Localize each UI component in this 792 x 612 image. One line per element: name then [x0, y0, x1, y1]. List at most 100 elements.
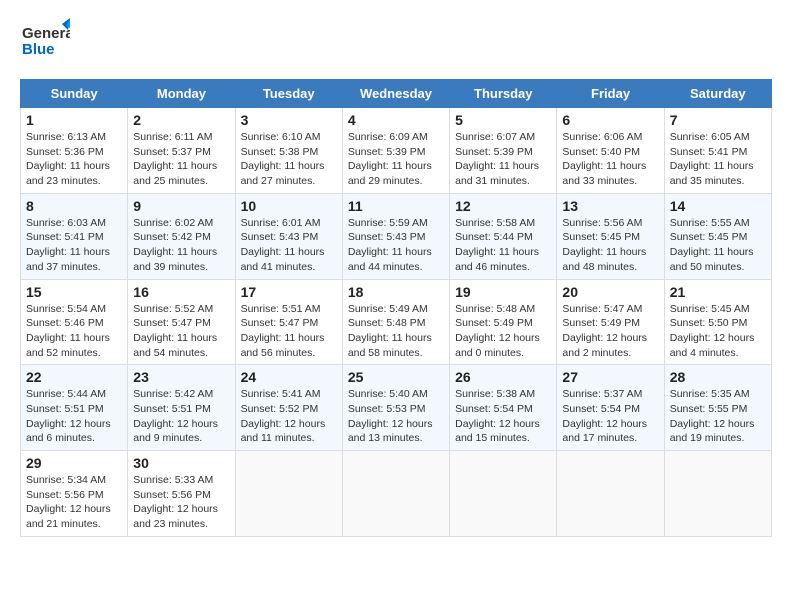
calendar-cell [235, 451, 342, 537]
day-header-wednesday: Wednesday [342, 80, 449, 108]
calendar-cell: 4 Sunrise: 6:09 AMSunset: 5:39 PMDaylight… [342, 108, 449, 194]
calendar-cell: 29 Sunrise: 5:34 AMSunset: 5:56 PMDayligh… [21, 451, 128, 537]
calendar-cell: 5 Sunrise: 6:07 AMSunset: 5:39 PMDaylight… [450, 108, 557, 194]
calendar-cell [557, 451, 664, 537]
calendar-cell: 12Sunrise: 5:58 AMSunset: 5:44 PMDayligh… [450, 193, 557, 279]
day-number: 29 [26, 455, 122, 471]
cell-info: Sunrise: 5:35 AMSunset: 5:55 PMDaylight:… [670, 387, 766, 446]
day-number: 21 [670, 284, 766, 300]
calendar-cell: 17 Sunrise: 5:51 AMSunset: 5:47 PMDayligh… [235, 279, 342, 365]
calendar-week-2: 8 Sunrise: 6:03 AMSunset: 5:41 PMDaylight… [21, 193, 772, 279]
day-header-friday: Friday [557, 80, 664, 108]
cell-info: Sunrise: 5:37 AMSunset: 5:54 PMDaylight:… [562, 387, 658, 446]
calendar-cell: 22Sunrise: 5:44 AMSunset: 5:51 PMDayligh… [21, 365, 128, 451]
calendar-cell: 8 Sunrise: 6:03 AMSunset: 5:41 PMDaylight… [21, 193, 128, 279]
page-header: General Blue [20, 16, 772, 71]
calendar-cell: 27Sunrise: 5:37 AMSunset: 5:54 PMDayligh… [557, 365, 664, 451]
day-number: 16 [133, 284, 229, 300]
day-number: 19 [455, 284, 551, 300]
calendar-cell: 25 Sunrise: 5:40 AMSunset: 5:53 PMDayligh… [342, 365, 449, 451]
cell-info: Sunrise: 6:05 AMSunset: 5:41 PMDaylight:… [670, 130, 766, 189]
day-number: 13 [562, 198, 658, 214]
cell-info: Sunrise: 6:03 AMSunset: 5:41 PMDaylight:… [26, 216, 122, 275]
calendar-cell: 6Sunrise: 6:06 AMSunset: 5:40 PMDaylight… [557, 108, 664, 194]
day-number: 10 [241, 198, 337, 214]
cell-info: Sunrise: 5:45 AMSunset: 5:50 PMDaylight:… [670, 302, 766, 361]
day-header-thursday: Thursday [450, 80, 557, 108]
calendar-cell: 20Sunrise: 5:47 AMSunset: 5:49 PMDayligh… [557, 279, 664, 365]
calendar-cell: 26Sunrise: 5:38 AMSunset: 5:54 PMDayligh… [450, 365, 557, 451]
cell-info: Sunrise: 6:01 AMSunset: 5:43 PMDaylight:… [241, 216, 337, 275]
cell-info: Sunrise: 6:11 AMSunset: 5:37 PMDaylight:… [133, 130, 229, 189]
logo: General Blue [20, 16, 70, 71]
cell-info: Sunrise: 5:49 AMSunset: 5:48 PMDaylight:… [348, 302, 444, 361]
calendar-cell [664, 451, 771, 537]
cell-info: Sunrise: 5:56 AMSunset: 5:45 PMDaylight:… [562, 216, 658, 275]
cell-info: Sunrise: 5:42 AMSunset: 5:51 PMDaylight:… [133, 387, 229, 446]
day-number: 2 [133, 112, 229, 128]
calendar-cell [450, 451, 557, 537]
day-header-saturday: Saturday [664, 80, 771, 108]
day-number: 6 [562, 112, 658, 128]
day-number: 9 [133, 198, 229, 214]
cell-info: Sunrise: 5:40 AMSunset: 5:53 PMDaylight:… [348, 387, 444, 446]
day-number: 26 [455, 369, 551, 385]
cell-info: Sunrise: 5:41 AMSunset: 5:52 PMDaylight:… [241, 387, 337, 446]
day-header-tuesday: Tuesday [235, 80, 342, 108]
day-number: 1 [26, 112, 122, 128]
day-number: 3 [241, 112, 337, 128]
calendar-cell: 21 Sunrise: 5:45 AMSunset: 5:50 PMDayligh… [664, 279, 771, 365]
calendar-cell: 15Sunrise: 5:54 AMSunset: 5:46 PMDayligh… [21, 279, 128, 365]
day-number: 24 [241, 369, 337, 385]
cell-info: Sunrise: 5:34 AMSunset: 5:56 PMDaylight:… [26, 473, 122, 532]
calendar-cell: 23 Sunrise: 5:42 AMSunset: 5:51 PMDayligh… [128, 365, 235, 451]
calendar-cell: 19 Sunrise: 5:48 AMSunset: 5:49 PMDayligh… [450, 279, 557, 365]
cell-info: Sunrise: 5:52 AMSunset: 5:47 PMDaylight:… [133, 302, 229, 361]
cell-info: Sunrise: 5:51 AMSunset: 5:47 PMDaylight:… [241, 302, 337, 361]
day-number: 17 [241, 284, 337, 300]
day-header-sunday: Sunday [21, 80, 128, 108]
calendar-cell: 9Sunrise: 6:02 AMSunset: 5:42 PMDaylight… [128, 193, 235, 279]
calendar-cell: 10 Sunrise: 6:01 AMSunset: 5:43 PMDayligh… [235, 193, 342, 279]
calendar-week-5: 29 Sunrise: 5:34 AMSunset: 5:56 PMDayligh… [21, 451, 772, 537]
calendar-cell: 3 Sunrise: 6:10 AMSunset: 5:38 PMDaylight… [235, 108, 342, 194]
logo-icon: General Blue [20, 16, 70, 71]
calendar-week-4: 22Sunrise: 5:44 AMSunset: 5:51 PMDayligh… [21, 365, 772, 451]
day-number: 5 [455, 112, 551, 128]
cell-info: Sunrise: 5:55 AMSunset: 5:45 PMDaylight:… [670, 216, 766, 275]
calendar-table: SundayMondayTuesdayWednesdayThursdayFrid… [20, 79, 772, 537]
cell-info: Sunrise: 6:07 AMSunset: 5:39 PMDaylight:… [455, 130, 551, 189]
cell-info: Sunrise: 6:09 AMSunset: 5:39 PMDaylight:… [348, 130, 444, 189]
day-number: 28 [670, 369, 766, 385]
day-number: 14 [670, 198, 766, 214]
calendar-cell: 24 Sunrise: 5:41 AMSunset: 5:52 PMDayligh… [235, 365, 342, 451]
day-number: 25 [348, 369, 444, 385]
cell-info: Sunrise: 5:59 AMSunset: 5:43 PMDaylight:… [348, 216, 444, 275]
cell-info: Sunrise: 5:47 AMSunset: 5:49 PMDaylight:… [562, 302, 658, 361]
calendar-cell: 13 Sunrise: 5:56 AMSunset: 5:45 PMDayligh… [557, 193, 664, 279]
calendar-week-3: 15Sunrise: 5:54 AMSunset: 5:46 PMDayligh… [21, 279, 772, 365]
day-number: 18 [348, 284, 444, 300]
calendar-cell: 28 Sunrise: 5:35 AMSunset: 5:55 PMDayligh… [664, 365, 771, 451]
calendar-cell: 14 Sunrise: 5:55 AMSunset: 5:45 PMDayligh… [664, 193, 771, 279]
calendar-cell [342, 451, 449, 537]
cell-info: Sunrise: 5:58 AMSunset: 5:44 PMDaylight:… [455, 216, 551, 275]
calendar-cell: 1 Sunrise: 6:13 AMSunset: 5:36 PMDaylight… [21, 108, 128, 194]
cell-info: Sunrise: 5:54 AMSunset: 5:46 PMDaylight:… [26, 302, 122, 361]
day-number: 23 [133, 369, 229, 385]
calendar-cell: 30 Sunrise: 5:33 AMSunset: 5:56 PMDayligh… [128, 451, 235, 537]
cell-info: Sunrise: 6:10 AMSunset: 5:38 PMDaylight:… [241, 130, 337, 189]
cell-info: Sunrise: 5:48 AMSunset: 5:49 PMDaylight:… [455, 302, 551, 361]
calendar-cell: 2 Sunrise: 6:11 AMSunset: 5:37 PMDaylight… [128, 108, 235, 194]
cell-info: Sunrise: 5:33 AMSunset: 5:56 PMDaylight:… [133, 473, 229, 532]
day-number: 4 [348, 112, 444, 128]
cell-info: Sunrise: 6:13 AMSunset: 5:36 PMDaylight:… [26, 130, 122, 189]
day-number: 8 [26, 198, 122, 214]
day-number: 11 [348, 198, 444, 214]
svg-text:General: General [22, 25, 70, 42]
svg-text:Blue: Blue [22, 41, 55, 58]
calendar-header-row: SundayMondayTuesdayWednesdayThursdayFrid… [21, 80, 772, 108]
day-number: 7 [670, 112, 766, 128]
day-number: 30 [133, 455, 229, 471]
calendar-cell: 18 Sunrise: 5:49 AMSunset: 5:48 PMDayligh… [342, 279, 449, 365]
